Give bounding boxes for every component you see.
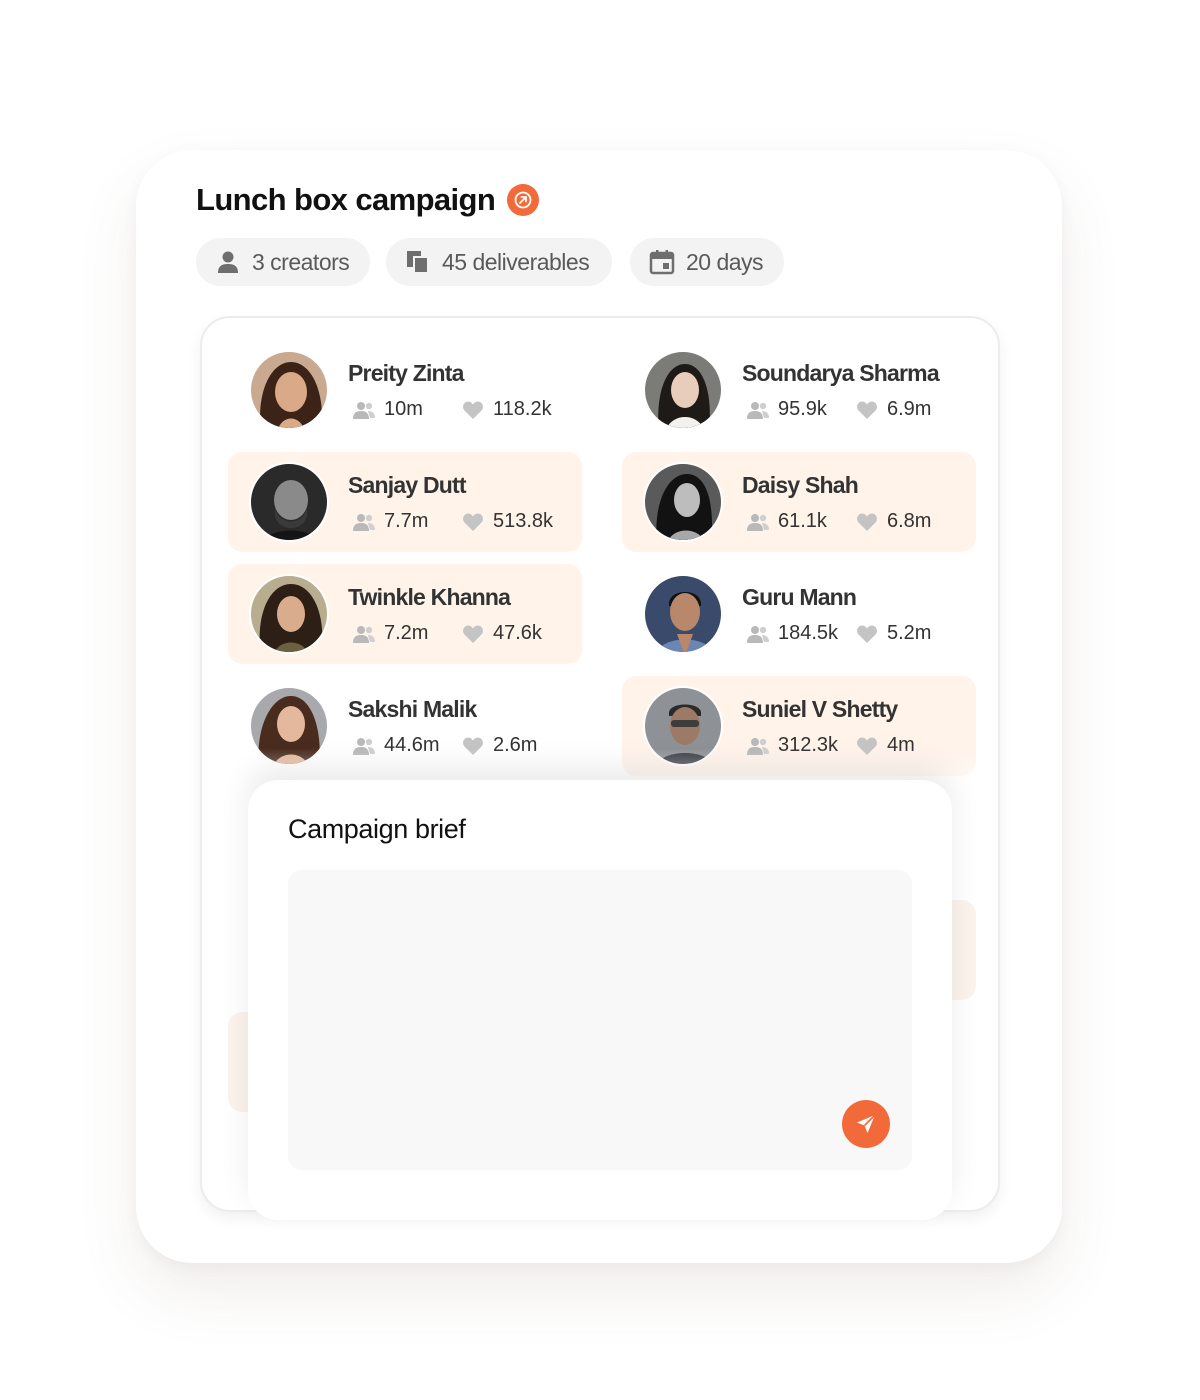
duration-pill: 20 days <box>630 238 784 286</box>
heart-icon <box>461 512 485 532</box>
likes-stat: 6.8m <box>855 510 931 533</box>
followers-count: 10m <box>384 398 423 420</box>
users-icon <box>746 400 770 420</box>
likes-stat: 513.8k <box>461 510 553 533</box>
followers-stat: 10m <box>352 398 423 421</box>
followers-stat: 184.5k <box>746 622 838 645</box>
followers-stat: 7.2m <box>352 622 428 645</box>
followers-count: 95.9k <box>778 398 827 420</box>
campaign-title: Lunch box campaign <box>196 182 496 217</box>
heart-icon <box>855 624 879 644</box>
users-icon <box>746 624 770 644</box>
duration: 20 days <box>686 248 764 275</box>
creators-count-pill: 3 creators <box>196 238 370 286</box>
calendar-icon <box>648 248 676 276</box>
creator-card[interactable]: Guru Mann 184.5k 5.2m <box>622 564 976 664</box>
likes-count: 118.2k <box>493 398 552 420</box>
followers-stat: 95.9k <box>746 398 827 421</box>
followers-count: 184.5k <box>778 622 839 644</box>
likes-count: 5.2m <box>887 622 932 644</box>
users-icon <box>746 512 770 532</box>
creators-count: 3 creators <box>252 248 350 275</box>
creator-name: Guru Mann <box>742 584 857 610</box>
creator-name: Sanjay Dutt <box>348 472 467 498</box>
creator-name: Soundarya Sharma <box>742 360 940 386</box>
campaign-header: Lunch box campaign <box>196 180 540 220</box>
creator-name: Suniel V Shetty <box>742 696 898 722</box>
avatar <box>249 574 329 654</box>
likes-count: 47.6k <box>493 622 542 644</box>
followers-count: 7.7m <box>384 510 429 532</box>
arrow-up-right-icon[interactable] <box>507 184 540 216</box>
likes-stat: 47.6k <box>461 622 542 645</box>
creator-name: Twinkle Khanna <box>348 584 511 610</box>
followers-stat: 61.1k <box>746 510 827 533</box>
avatar <box>643 574 723 654</box>
likes-stat: 118.2k <box>461 398 552 421</box>
likes-count: 6.9m <box>887 398 932 420</box>
campaign-brief-title: Campaign brief <box>288 814 466 844</box>
avatar <box>643 462 723 542</box>
deliverables-count: 45 deliverables <box>442 248 590 275</box>
followers-count: 61.1k <box>778 510 827 532</box>
avatar <box>249 462 329 542</box>
campaign-brief-panel: Campaign brief <box>248 780 952 1220</box>
likes-count: 6.8m <box>887 510 932 532</box>
heart-icon <box>855 512 879 532</box>
likes-count: 513.8k <box>493 510 554 532</box>
creator-card[interactable]: Sanjay Dutt 7.7m 513.8k <box>228 452 582 552</box>
heart-icon <box>461 624 485 644</box>
likes-stat: 6.9m <box>855 398 931 421</box>
avatar <box>249 350 329 430</box>
creator-card[interactable]: Twinkle Khanna 7.2m 47.6k <box>228 564 582 664</box>
users-icon <box>352 624 376 644</box>
users-icon <box>352 400 376 420</box>
send-icon <box>857 1114 876 1133</box>
heart-icon <box>855 400 879 420</box>
creator-name: Daisy Shah <box>742 472 859 498</box>
likes-stat: 5.2m <box>855 622 931 645</box>
followers-stat: 7.7m <box>352 510 428 533</box>
send-button[interactable] <box>842 1100 890 1148</box>
copy-icon <box>404 248 432 276</box>
person-icon <box>214 248 242 276</box>
creator-name: Preity Zinta <box>348 360 464 386</box>
followers-count: 7.2m <box>384 622 429 644</box>
creator-card[interactable]: Daisy Shah 61.1k 6.8m <box>622 452 976 552</box>
users-icon <box>352 512 376 532</box>
heart-icon <box>461 400 485 420</box>
campaign-brief-input[interactable] <box>288 870 912 1170</box>
avatar <box>643 350 723 430</box>
deliverables-count-pill: 45 deliverables <box>386 238 612 286</box>
campaign-summary: 3 creators 45 deliverables 20 days <box>196 238 784 286</box>
creator-card[interactable]: Soundarya Sharma 95.9k 6.9m <box>622 340 976 440</box>
creator-card[interactable]: Preity Zinta 10m 118.2k <box>228 340 582 440</box>
creator-name: Sakshi Malik <box>348 696 477 722</box>
